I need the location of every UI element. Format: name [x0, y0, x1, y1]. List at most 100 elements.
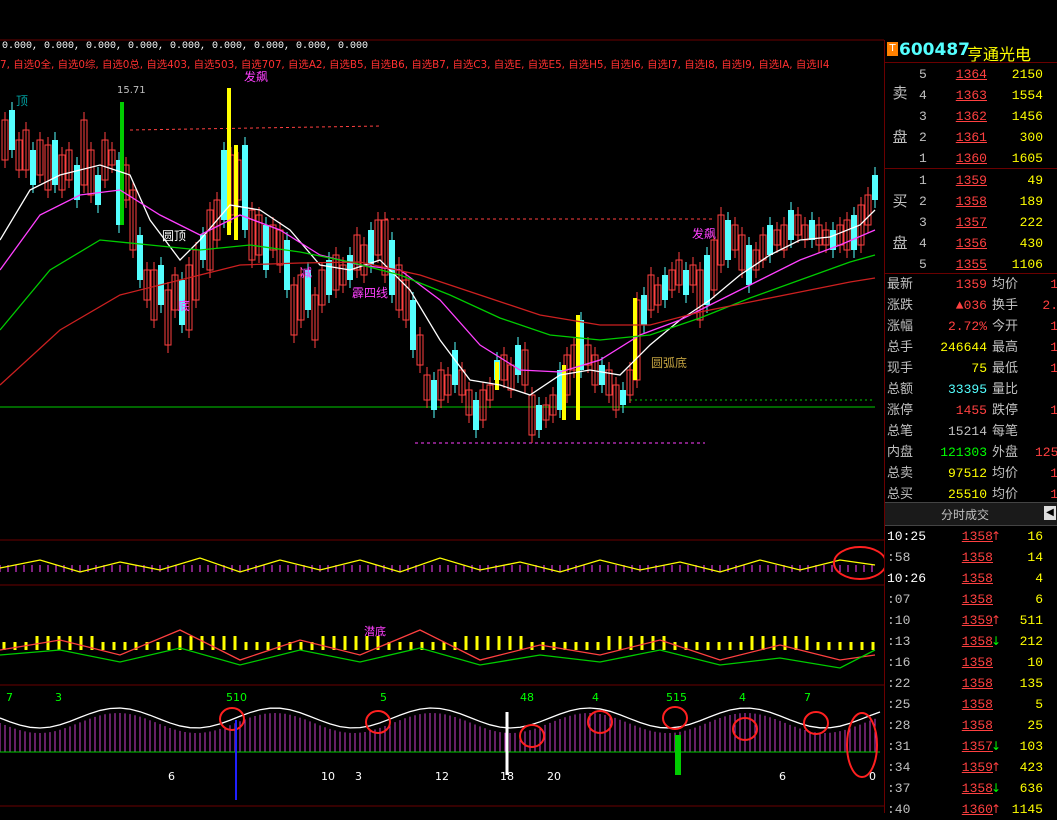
stat-value: 75 — [971, 361, 987, 376]
kline-chart[interactable] — [0, 0, 884, 813]
sell-row[interactable]: 5 1364 2150 — [885, 64, 1057, 85]
candle-body — [30, 150, 36, 185]
sell-row[interactable]: 2 1361 300 — [885, 127, 1057, 148]
tick-time: :07 — [887, 592, 911, 607]
tick-price: 1357 — [961, 739, 993, 754]
stock-code: 600487 — [899, 40, 970, 60]
ma60-line — [0, 261, 876, 386]
highlight-circle — [803, 711, 829, 735]
level-number: 5 — [919, 67, 927, 82]
tick-row: :10 1359 ↑ 511 — [885, 610, 1057, 631]
ticks-header: 分时成交 — [940, 508, 989, 522]
tick-time: :28 — [887, 718, 911, 733]
stat-label-2: 换手 — [992, 298, 1019, 313]
tick-row: :07 1358 6 — [885, 589, 1057, 610]
candle-body — [662, 275, 668, 300]
tick-direction-icon: ↓ — [991, 781, 1002, 795]
tick-volume: 4 — [1035, 571, 1043, 586]
tick-time: :22 — [887, 676, 911, 691]
p3-num-7: 515 — [666, 691, 687, 704]
candle-body — [473, 400, 479, 430]
candle-body — [725, 220, 731, 260]
stat-row: 涨跌 ▲036 换手 2. — [885, 295, 1057, 316]
stat-label: 涨幅 — [887, 319, 914, 334]
stat-label: 总手 — [887, 340, 914, 355]
candle-body — [599, 365, 605, 385]
volume-value: 1456 — [1011, 109, 1043, 124]
ma5-line — [0, 164, 876, 396]
tick-time: :16 — [887, 655, 911, 670]
p3-bot-3: 3 — [355, 770, 362, 783]
tick-direction-icon: ↑ — [991, 613, 1002, 627]
p3-bot-2: 10 — [321, 770, 335, 783]
stat-label: 总额 — [887, 382, 914, 397]
p3-num-5: 48 — [520, 691, 534, 704]
buy-row[interactable]: 2 1358 189 — [885, 191, 1057, 212]
sell-row[interactable]: 3 1362 1456 — [885, 106, 1057, 127]
highlight-circle — [662, 706, 688, 730]
tick-row: :34 1359 ↑ 423 — [885, 757, 1057, 778]
tick-time: :13 — [887, 634, 911, 649]
p3-bot-1: 6 — [168, 770, 175, 783]
tick-row: :37 1358 ↓ 636 — [885, 778, 1057, 799]
tick-volume: 135 — [1019, 676, 1043, 691]
volume-value: 222 — [1019, 215, 1043, 230]
stat-row: 内盘 121303 外盘 125 — [885, 442, 1057, 463]
p3-num-1: 7 — [6, 691, 13, 704]
tick-price: 1359 — [961, 760, 993, 775]
stat-value-2: 1 — [1050, 403, 1057, 418]
tick-time: 10:26 — [887, 571, 927, 586]
price-value: 1357 — [955, 215, 987, 230]
stat-label-2: 跌停 — [992, 403, 1019, 418]
tick-row: :22 1358 135 — [885, 673, 1057, 694]
sell-row[interactable]: 1 1360 1605 — [885, 148, 1057, 169]
stat-label-2: 均价 — [992, 277, 1019, 292]
buy-row[interactable]: 1 1359 49 — [885, 170, 1057, 191]
chevron-left-icon[interactable]: ◀ — [1044, 506, 1056, 520]
volume-value: 2150 — [1011, 67, 1043, 82]
buy-row[interactable]: 5 1355 1106 — [885, 254, 1057, 275]
stat-label: 总笔 — [887, 424, 914, 439]
di-label: 底 — [178, 299, 191, 313]
ma20-line — [0, 239, 876, 341]
buy-row[interactable]: 4 1356 430 — [885, 233, 1057, 254]
macd-red-line — [0, 629, 876, 661]
candle-body — [809, 220, 815, 240]
volume-value: 1605 — [1011, 151, 1043, 166]
buy-row[interactable]: 3 1357 222 — [885, 212, 1057, 233]
tick-time: :40 — [887, 802, 911, 817]
level-number: 1 — [919, 173, 927, 188]
tick-time: 10:25 — [887, 529, 927, 544]
stat-row: 涨停 1455 跌停 1 — [885, 400, 1057, 421]
stat-value-2: 1 — [1050, 340, 1057, 355]
stat-value: 1455 — [955, 403, 987, 418]
stock-header[interactable]: T 600487 亨通光电 — [885, 40, 1057, 64]
candle-body — [284, 240, 290, 290]
tick-price: 1358 — [961, 634, 993, 649]
tick-row: 10:26 1358 4 — [885, 568, 1057, 589]
sell-row[interactable]: 4 1363 1554 — [885, 85, 1057, 106]
tick-row: :31 1357 ↓ 103 — [885, 736, 1057, 757]
jian-label: 减 — [300, 266, 313, 280]
p3-bot-6: 20 — [547, 770, 561, 783]
price-value: 1358 — [955, 194, 987, 209]
p3-bot-5: 18 — [500, 770, 514, 783]
tick-price: 1358 — [961, 571, 993, 586]
tick-row: :13 1358 ↓ 212 — [885, 631, 1057, 652]
stat-value-2: 2. — [1042, 298, 1057, 313]
qiandi-label: 潜底 — [364, 625, 386, 638]
highlight-ellipse-2 — [846, 712, 878, 778]
ticks-header-bar[interactable]: 分时成交 ◀ — [885, 502, 1057, 526]
tick-direction-icon: ↑ — [991, 760, 1002, 774]
tick-price: 1360 — [961, 802, 993, 817]
tick-volume: 423 — [1019, 760, 1043, 775]
tick-direction-icon: ↑ — [991, 529, 1002, 543]
tick-price: 1358 — [961, 676, 993, 691]
level-number: 1 — [919, 151, 927, 166]
candle-body — [389, 240, 395, 295]
tick-time: :31 — [887, 739, 911, 754]
tick-row: :58 1358 14 — [885, 547, 1057, 568]
p3-bot-7: 6 — [779, 770, 786, 783]
p3-bot-4: 12 — [435, 770, 449, 783]
volume-value: 300 — [1019, 130, 1043, 145]
